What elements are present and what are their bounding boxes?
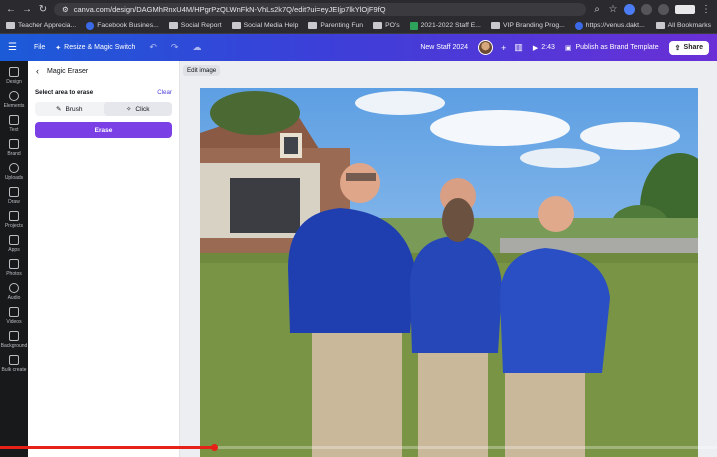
select-area-row: Select area to erase Clear [28,81,179,99]
bookmark-item[interactable]: Facebook Busines... [86,21,159,30]
file-menu[interactable]: File [34,44,45,51]
extension-badge[interactable] [675,4,695,14]
bookmark-item[interactable]: Social Report [168,22,222,29]
nav-photos[interactable]: Photos [0,259,28,277]
crown-icon: ✦ [55,44,62,52]
uploads-icon [9,163,19,173]
background-icon [9,331,19,341]
elements-icon [9,91,19,101]
photos-icon [9,259,19,269]
videos-icon [9,307,19,317]
redo-icon[interactable]: ↷ [171,42,179,53]
apps-icon [9,235,19,245]
nav-brand[interactable]: Brand [0,139,28,157]
menu-icon[interactable]: ☰ [8,42,24,53]
undo-icon[interactable]: ↶ [149,42,157,53]
website-icon [574,21,583,30]
bookmark-item[interactable]: Teacher Apprecia... [6,22,76,29]
video-progress-bar[interactable] [0,444,717,451]
share-icon: ⇪ [674,44,681,52]
resize-button[interactable]: ✦ Resize & Magic Switch [55,44,135,52]
nav-apps[interactable]: Apps [0,235,28,253]
magic-eraser-panel: ‹ Magic Eraser Select area to erase Clea… [28,61,180,457]
bookmark-item[interactable]: VIP Branding Prog... [490,22,565,29]
nav-background[interactable]: Background [0,331,28,349]
folder-icon [373,22,383,29]
bookmarks-bar: Teacher Apprecia... Facebook Busines... … [0,18,717,34]
video-progress-fill [0,446,216,449]
nav-projects[interactable]: Projects [0,211,28,229]
text-icon [9,115,19,125]
search-icon[interactable]: ⌕ [592,4,602,15]
panel-title: Magic Eraser [47,67,89,75]
brush-icon: ✎ [56,106,62,113]
bulk-create-icon [9,355,19,365]
cloud-save-icon: ☁ [192,42,202,52]
clear-button[interactable]: Clear [157,89,172,96]
sheets-icon [409,21,418,30]
bookmark-item[interactable]: PO's [373,22,400,29]
brush-option[interactable]: ✎ Brush [35,102,104,116]
select-area-label: Select area to erase [35,89,94,96]
projects-icon [9,211,19,221]
extensions-puzzle-icon[interactable] [641,3,652,15]
folder-icon [168,22,178,29]
draw-icon [9,187,19,197]
add-collaborator-icon[interactable]: + [501,43,506,53]
nav-videos[interactable]: Videos [0,307,28,325]
click-icon: ✧ [125,106,132,113]
erase-button[interactable]: Erase [35,122,172,138]
back-arrow-icon[interactable]: ← [6,4,16,15]
reload-icon[interactable]: ↻ [38,4,48,15]
mode-toggle: ✎ Brush ✧ Click [35,102,172,116]
folder-icon [490,22,500,29]
design-icon [9,67,19,77]
folder-icon [655,22,665,29]
nav-draw[interactable]: Draw [0,187,28,205]
play-icon: ▶ [532,44,539,52]
url-text: canva.com/design/DAGMhRnxU4M/HPgrPzQLWnF… [73,4,386,14]
insights-chart-icon[interactable]: ▥ [514,42,523,53]
facebook-icon [86,21,95,30]
folder-icon [231,22,241,29]
nav-text[interactable]: Text [0,115,28,133]
editor-topbar: ☰ File ✦ Resize & Magic Switch ↶ ↷ ☁ New … [0,34,717,61]
bookmark-item[interactable]: https://venus.dakt... [574,21,645,30]
present-button[interactable]: ▶ 2:43 [533,44,555,52]
nav-uploads[interactable]: Uploads [0,163,28,181]
avatar[interactable] [478,40,494,55]
folder-icon [6,22,15,29]
browser-menu-icon[interactable]: ⋮ [701,4,711,15]
nav-design[interactable]: Design [0,67,28,85]
click-option[interactable]: ✧ Click [103,102,172,116]
folder-icon [308,22,318,29]
back-chevron-icon[interactable]: ‹ [36,66,39,76]
site-info-icon[interactable]: ⚙ [62,5,69,14]
panel-header: ‹ Magic Eraser [28,61,179,81]
audio-icon [9,283,19,293]
all-bookmarks[interactable]: All Bookmarks [655,22,711,29]
profile-icon[interactable] [658,3,669,15]
publish-brand-template-button[interactable]: ▣ Publish as Brand Template [565,44,659,52]
share-button[interactable]: ⇪ Share [668,40,709,55]
bookmark-item[interactable]: Social Media Help [231,22,298,29]
forward-arrow-icon[interactable]: → [22,4,32,15]
bookmark-item[interactable]: Parenting Fun [308,22,363,29]
template-icon: ▣ [564,44,572,52]
address-bar[interactable]: ⚙ canva.com/design/DAGMhRnxU4M/HPgrPzQLW… [54,2,586,16]
staff-photo[interactable] [200,88,698,457]
bookmark-item[interactable]: 2021-2022 Staff E... [409,21,481,30]
bookmark-star-icon[interactable]: ☆ [608,4,618,15]
brand-icon [9,139,19,149]
browser-toolbar: ← → ↻ ⚙ canva.com/design/DAGMhRnxU4M/HPg… [0,0,717,18]
edit-image-button[interactable]: Edit image [183,65,221,76]
nav-bulk-create[interactable]: Bulk create [0,355,28,373]
side-nav: Design Elements Text Brand Uploads Draw … [0,61,28,457]
nav-audio[interactable]: Audio [0,283,28,301]
photo-illustration [200,88,698,457]
nav-elements[interactable]: Elements [0,91,28,109]
canvas-area: Edit image [180,61,717,457]
extension-icon[interactable] [624,3,635,15]
document-title[interactable]: New Staff 2024 [420,44,468,51]
